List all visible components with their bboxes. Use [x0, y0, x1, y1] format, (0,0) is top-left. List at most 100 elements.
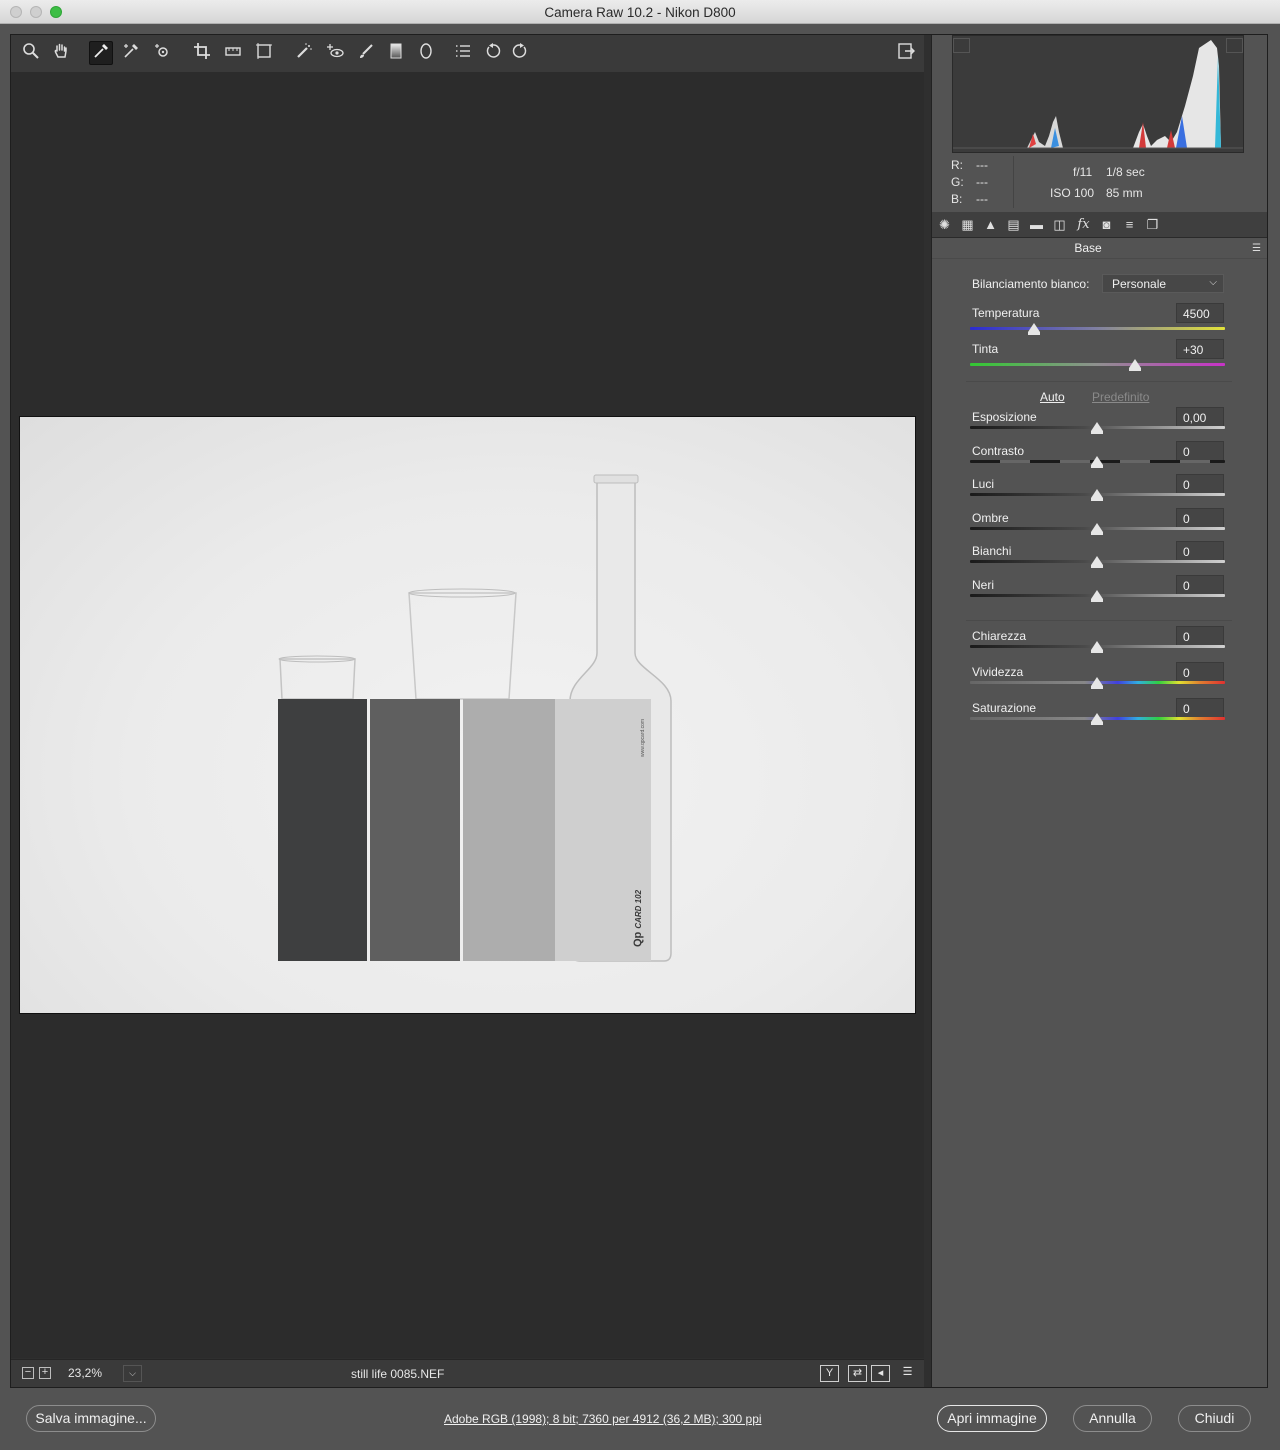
neri-slider-thumb[interactable] [1091, 590, 1103, 602]
file-name: still life 0085.NEF [351, 1367, 445, 1381]
shutter-speed: 1/8 sec [1106, 165, 1145, 179]
tint-value[interactable]: +30 [1176, 339, 1224, 359]
ombre-value[interactable]: 0 [1176, 507, 1224, 528]
photo-preview[interactable]: Qp CARD 102 www.qpcard.com [19, 416, 916, 1014]
workflow-options-link[interactable]: Adobe RGB (1998); 8 bit; 7360 per 4912 (… [444, 1412, 762, 1426]
gray-card-dark [278, 699, 367, 961]
lens-corrections-tab-icon[interactable]: ◫ [1051, 217, 1068, 233]
straighten-tool[interactable] [221, 41, 245, 65]
fullscreen-toggle-button[interactable] [894, 41, 918, 65]
zoom-level[interactable]: 23,2% [68, 1364, 118, 1382]
vividezza-slider-thumb[interactable] [1091, 676, 1103, 689]
chiarezza-slider-thumb[interactable] [1091, 641, 1103, 653]
panel-tabs: ✺ ▦ ▲ ▤ ▬ ◫ fx ◙ ≡ ❐ [932, 212, 1267, 238]
rotate-right-tool[interactable] [508, 41, 532, 65]
neri-label: Neri [972, 578, 995, 592]
card-url-label: www.qpcard.com [640, 718, 646, 757]
saturazione-slider-thumb[interactable] [1091, 712, 1103, 725]
targeted-adjustment-tool[interactable] [150, 41, 174, 65]
temperature-label: Temperatura [972, 306, 1040, 320]
contrasto-value[interactable]: 0 [1176, 440, 1224, 461]
wb-divider [966, 381, 1232, 382]
contrasto-slider-thumb[interactable] [1091, 455, 1103, 468]
adjustment-brush-tool[interactable] [354, 41, 378, 65]
red-eye-tool[interactable] [323, 41, 347, 65]
chiarezza-label: Chiarezza [972, 629, 1027, 643]
hsl-tab-icon[interactable]: ▤ [1005, 217, 1022, 233]
open-image-button[interactable]: Apri immagine [937, 1405, 1047, 1432]
card-brand-label: Qp CARD 102 [632, 890, 644, 947]
vividezza-value[interactable]: 0 [1176, 661, 1224, 682]
before-after-button[interactable]: Y [820, 1365, 839, 1382]
effects-tab-icon[interactable]: fx [1075, 217, 1092, 233]
hand-tool[interactable] [49, 41, 73, 65]
window-title: Camera Raw 10.2 - Nikon D800 [544, 5, 736, 20]
red-eye-icon [326, 42, 344, 64]
copy-settings-button[interactable]: ◂ [871, 1365, 890, 1382]
zoom-in-button[interactable]: + [39, 1367, 51, 1379]
transform-icon [255, 42, 273, 64]
g-label: G: [951, 175, 964, 189]
detail-tab-icon[interactable]: ▲ [982, 217, 999, 233]
toolbar [11, 35, 924, 72]
presets-tab-icon[interactable]: ≡ [1121, 217, 1138, 233]
magnifier-icon [22, 42, 40, 64]
contrasto-label: Contrasto [972, 443, 1025, 458]
temperature-slider[interactable] [970, 327, 1225, 330]
chiarezza-value[interactable]: 0 [1176, 626, 1224, 646]
zoom-out-button[interactable]: − [22, 1367, 34, 1379]
save-image-button[interactable]: Salva immagine... [26, 1405, 156, 1432]
temperature-slider-thumb[interactable] [1028, 323, 1040, 335]
zoom-tool[interactable] [19, 41, 43, 65]
chevron-down-icon: ⌵ [1209, 277, 1217, 288]
ombre-slider-thumb[interactable] [1091, 522, 1103, 535]
rotate-left-tool[interactable] [481, 41, 505, 65]
preferences-tool[interactable] [451, 41, 475, 65]
view-settings-button[interactable]: ☰ [898, 1365, 917, 1382]
default-link[interactable]: Predefinito [1092, 390, 1149, 404]
spot-removal-tool[interactable] [292, 41, 316, 65]
crop-icon [193, 42, 211, 64]
auto-link[interactable]: Auto [1040, 390, 1065, 404]
split-toning-tab-icon[interactable]: ▬ [1028, 217, 1045, 233]
white-balance-tool[interactable] [89, 41, 113, 65]
esposizione-slider-thumb[interactable] [1091, 422, 1103, 434]
b-label: B: [951, 192, 963, 206]
bianchi-slider-thumb[interactable] [1091, 556, 1103, 569]
eyedropper-icon [92, 42, 110, 64]
temperature-value[interactable]: 4500 [1176, 303, 1224, 323]
bianchi-label: Bianchi [972, 544, 1012, 559]
luci-value[interactable]: 0 [1176, 474, 1224, 495]
tint-slider[interactable] [970, 363, 1225, 366]
luci-slider-thumb[interactable] [1091, 489, 1103, 502]
card-brand: Qp [632, 931, 644, 947]
radial-filter-tool[interactable] [414, 41, 438, 65]
camera-calibration-tab-icon[interactable]: ◙ [1098, 217, 1115, 233]
esposizione-value[interactable]: 0,00 [1176, 407, 1224, 427]
snapshots-tab-icon[interactable]: ❐ [1144, 217, 1161, 233]
swap-settings-button[interactable]: ⇄ [848, 1365, 867, 1382]
white-balance-label: Bilanciamento bianco: [972, 277, 1090, 291]
vividezza-label: Vividezza [972, 664, 1024, 679]
basic-tab-icon[interactable]: ✺ [936, 217, 953, 233]
r-label: R: [951, 158, 963, 172]
cancel-button[interactable]: Annulla [1073, 1405, 1152, 1432]
neri-value[interactable]: 0 [1176, 575, 1224, 595]
color-sampler-icon [122, 42, 140, 64]
color-sampler-tool[interactable] [119, 41, 143, 65]
close-button[interactable]: Chiudi [1178, 1405, 1251, 1432]
white-balance-select[interactable]: Personale ⌵ [1102, 274, 1224, 293]
sliders-icon: ☰ [902, 1366, 913, 1378]
tone-curve-tab-icon[interactable]: ▦ [959, 217, 976, 233]
histogram-graph [953, 40, 1243, 149]
bianchi-value[interactable]: 0 [1176, 541, 1224, 562]
rotate-cw-icon [511, 42, 529, 64]
tint-slider-thumb[interactable] [1129, 359, 1141, 371]
spot-removal-icon [295, 42, 313, 64]
crop-tool[interactable] [190, 41, 214, 65]
graduated-filter-tool[interactable] [384, 41, 408, 65]
panel-menu-icon[interactable]: ☰ [1252, 243, 1261, 254]
zoom-dropdown[interactable]: ⌵ [123, 1365, 142, 1382]
saturazione-value[interactable]: 0 [1176, 697, 1224, 718]
transform-tool[interactable] [252, 41, 276, 65]
